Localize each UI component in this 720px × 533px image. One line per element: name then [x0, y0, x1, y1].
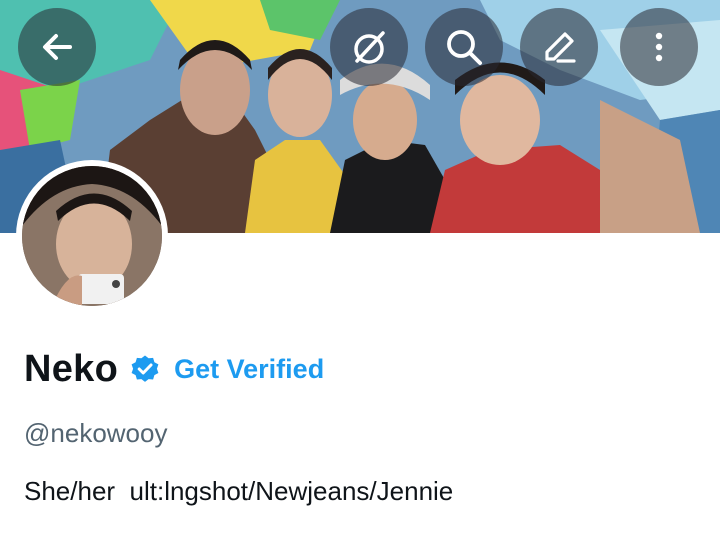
display-name: Neko — [24, 347, 119, 390]
get-verified-link[interactable]: Get Verified — [174, 354, 324, 385]
avatar-image — [22, 166, 162, 306]
edit-button[interactable] — [520, 8, 598, 86]
more-vertical-icon — [655, 32, 663, 62]
search-button[interactable] — [425, 8, 503, 86]
profile-bio: She/her ult:lngshot/Newjeans/Jennie — [24, 476, 454, 506]
user-handle: @nekowooy — [24, 418, 168, 448]
grok-button[interactable] — [330, 8, 408, 86]
more-options-button[interactable] — [620, 8, 698, 86]
grok-icon — [354, 31, 385, 64]
profile-avatar[interactable] — [16, 160, 168, 312]
back-arrow-icon — [43, 34, 72, 60]
verified-badge-icon — [131, 355, 159, 382]
edit-icon — [545, 32, 576, 63]
back-button[interactable] — [18, 8, 96, 86]
name-row: Neko Get Verified — [24, 344, 324, 394]
search-icon — [447, 30, 482, 65]
